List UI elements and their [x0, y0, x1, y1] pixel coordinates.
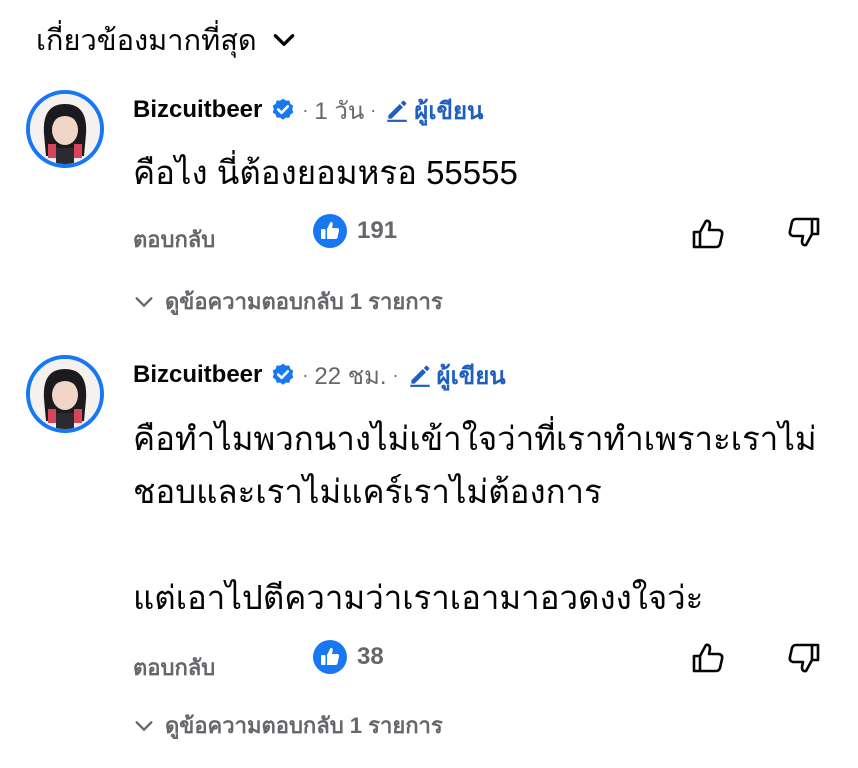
like-reaction-icon — [313, 214, 347, 248]
like-count[interactable]: 191 — [313, 214, 397, 248]
avatar-image — [30, 94, 100, 164]
sort-label: เกี่ยวข้องมากที่สุด — [36, 25, 257, 57]
view-replies-label: ดูข้อความตอบกลับ 1 รายการ — [165, 289, 443, 314]
comment-time[interactable]: 22 ชม. — [314, 356, 386, 395]
author-label: ผู้เขียน — [414, 97, 484, 125]
avatar-image — [30, 359, 100, 429]
like-count-value: 191 — [357, 217, 398, 244]
author-badge: ผู้เขียน — [407, 356, 506, 395]
avatar[interactable] — [26, 355, 104, 433]
author-badge: ผู้เขียน — [384, 91, 483, 130]
verified-badge-icon — [273, 98, 294, 120]
verified-badge-icon — [273, 363, 294, 385]
view-replies-label: ดูข้อความตอบกลับ 1 รายการ — [165, 713, 443, 738]
comment-time[interactable]: 1 วัน — [314, 91, 364, 130]
thumbs-up-icon[interactable] — [690, 216, 726, 252]
comment-header: Bizcuitbeer · 1 วัน · ผู้เขียน — [133, 90, 483, 130]
chevron-down-icon — [135, 720, 153, 731]
thumbs-down-icon[interactable] — [786, 640, 822, 676]
like-count-value: 38 — [357, 643, 384, 670]
thumbs-up-icon[interactable] — [690, 640, 726, 676]
like-reaction-icon — [313, 640, 347, 674]
chevron-down-icon — [273, 34, 295, 46]
thumbs-down-icon[interactable] — [786, 214, 822, 250]
separator-dot: · — [302, 99, 309, 120]
like-count[interactable]: 38 — [313, 640, 384, 674]
author-label: ผู้เขียน — [436, 362, 506, 390]
view-replies-link[interactable]: ดูข้อความตอบกลับ 1 รายการ — [133, 708, 443, 743]
commenter-name[interactable]: Bizcuitbeer — [133, 361, 262, 389]
pencil-icon — [409, 365, 430, 387]
comment-text: คือไง นี่ต้องยอมหรอ 55555 — [133, 154, 518, 191]
view-replies-link[interactable]: ดูข้อความตอบกลับ 1 รายการ — [133, 284, 443, 319]
avatar[interactable] — [26, 90, 104, 168]
pencil-icon — [387, 100, 408, 122]
chevron-down-icon — [135, 296, 153, 307]
separator-dot: · — [392, 364, 399, 385]
comment-text: คือทำไมพวกนางไม่เข้าใจว่าที่เราทำเพราะเร… — [133, 420, 817, 616]
separator-dot: · — [302, 364, 309, 385]
comment-header: Bizcuitbeer · 22 ชม. · ผู้เขียน — [133, 355, 506, 395]
reply-button[interactable]: ตอบกลับ — [133, 222, 215, 257]
separator-dot: · — [370, 99, 377, 120]
sort-dropdown[interactable]: เกี่ยวข้องมากที่สุด — [36, 18, 297, 62]
commenter-name[interactable]: Bizcuitbeer — [133, 96, 262, 124]
reply-button[interactable]: ตอบกลับ — [133, 650, 215, 685]
